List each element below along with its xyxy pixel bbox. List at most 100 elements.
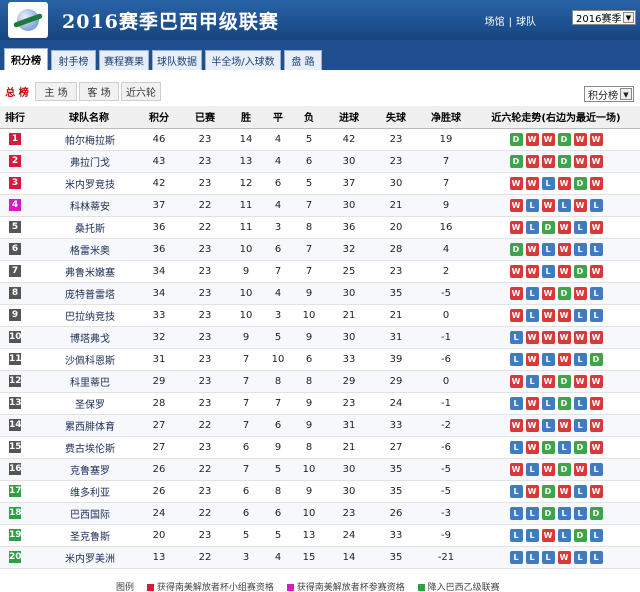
form-result-badge: L xyxy=(589,286,603,300)
goal-diff: -5 xyxy=(420,480,472,503)
goals-for: 30 xyxy=(326,480,372,503)
team-name[interactable]: 克鲁塞罗 xyxy=(30,458,136,481)
goal-diff: 0 xyxy=(420,370,472,393)
form-result-badge: W xyxy=(557,220,571,234)
played: 23 xyxy=(182,260,228,283)
form-result-badge: L xyxy=(525,286,539,300)
team-name[interactable]: 巴拉纳竞技 xyxy=(30,304,136,327)
team-name[interactable]: 米内罗竞技 xyxy=(30,172,136,195)
form-result-badge: D xyxy=(509,154,523,168)
played: 23 xyxy=(182,282,228,305)
goal-diff: -21 xyxy=(420,546,472,569)
form-badges: WLWDWL xyxy=(509,462,603,476)
form-result-badge: L xyxy=(557,440,571,454)
teams-link[interactable]: 球队 xyxy=(516,17,536,28)
form-badges: LLWLDL xyxy=(509,528,603,542)
losses: 8 xyxy=(292,216,326,239)
form-result-badge: D xyxy=(573,528,587,542)
team-name[interactable]: 庞特普雷塔 xyxy=(30,282,136,305)
goals-for: 30 xyxy=(326,458,372,481)
team-name[interactable]: 费古埃伦斯 xyxy=(30,436,136,459)
draws: 6 xyxy=(264,502,292,525)
team-name[interactable]: 桑托斯 xyxy=(30,216,136,239)
form-result-badge: D xyxy=(541,220,555,234)
team-name[interactable]: 博塔弗戈 xyxy=(30,326,136,349)
subtab-overall[interactable]: 总 榜 xyxy=(2,82,32,101)
rank-cell: 5 xyxy=(0,216,30,239)
tab-top-scorers[interactable]: 射手榜 xyxy=(51,50,96,70)
form-result-badge: W xyxy=(557,418,571,432)
wins: 9 xyxy=(228,326,264,349)
draws: 10 xyxy=(264,348,292,371)
goal-diff: -5 xyxy=(420,282,472,305)
form-result-badge: L xyxy=(509,550,523,564)
table-type-select[interactable]: 积分榜 ▼ xyxy=(584,86,634,102)
played: 22 xyxy=(182,502,228,525)
recent-form: LLDLLD xyxy=(472,502,640,525)
rank-cell: 16 xyxy=(0,458,30,481)
form-result-badge: W xyxy=(541,462,555,476)
tab-team-stats[interactable]: 球队数据 xyxy=(152,50,202,70)
tab-handicap[interactable]: 盘 路 xyxy=(284,50,322,70)
rank-badge: 1 xyxy=(9,133,21,145)
goal-diff: -5 xyxy=(420,458,472,481)
subtab-last-six[interactable]: 近六轮 xyxy=(121,82,161,101)
team-name[interactable]: 圣保罗 xyxy=(30,392,136,415)
team-name[interactable]: 维多利亚 xyxy=(30,480,136,503)
draws: 4 xyxy=(264,282,292,305)
link-separator: | xyxy=(508,17,512,28)
recent-form: LLWLDL xyxy=(472,524,640,547)
team-name[interactable]: 沙佩科恩斯 xyxy=(30,348,136,371)
losses: 7 xyxy=(292,194,326,217)
season-select[interactable]: 2016赛季 ▼ xyxy=(572,10,636,25)
form-badges: DWLWLL xyxy=(509,242,603,256)
team-name[interactable]: 巴西国际 xyxy=(30,502,136,525)
form-result-badge: L xyxy=(541,176,555,190)
table-row: 4 科林蒂安 37 22 11 4 7 30 21 9 W L W L W L xyxy=(0,194,640,217)
goals-for: 23 xyxy=(326,392,372,415)
form-result-badge: L xyxy=(557,198,571,212)
team-name[interactable]: 科林蒂安 xyxy=(30,194,136,217)
subtab-home[interactable]: 主 场 xyxy=(35,82,77,101)
draws: 4 xyxy=(264,150,292,173)
form-result-badge: W xyxy=(525,132,539,146)
subtab-away[interactable]: 客 场 xyxy=(79,82,119,101)
losses: 6 xyxy=(292,348,326,371)
form-result-badge: W xyxy=(589,484,603,498)
recent-form: DWWDWW xyxy=(472,150,640,173)
rank-badge: 2 xyxy=(9,155,21,167)
wins: 11 xyxy=(228,194,264,217)
tab-fixtures-results[interactable]: 赛程赛果 xyxy=(99,50,149,70)
goals-against: 20 xyxy=(372,216,420,239)
tab-standings[interactable]: 积分榜 xyxy=(4,48,48,70)
team-name[interactable]: 累西腓体育 xyxy=(30,414,136,437)
rank-cell: 6 xyxy=(0,238,30,261)
goal-diff: -6 xyxy=(420,436,472,459)
team-name[interactable]: 帕尔梅拉斯 xyxy=(30,128,136,151)
team-name[interactable]: 米内罗美洲 xyxy=(30,546,136,569)
form-result-badge: W xyxy=(573,154,587,168)
goals-against: 23 xyxy=(372,128,420,151)
tab-halftime-goals[interactable]: 半全场/入球数 xyxy=(205,50,281,70)
legend-libertadores-entry: 获得南美解放者杯参赛资格 xyxy=(296,583,405,592)
team-name[interactable]: 弗鲁米嫩塞 xyxy=(30,260,136,283)
recent-form: DWWDWW xyxy=(472,128,640,151)
points: 34 xyxy=(136,260,182,283)
form-badges: LWDWLW xyxy=(509,484,603,498)
form-result-badge: L xyxy=(525,550,539,564)
team-name[interactable]: 格雷米奥 xyxy=(30,238,136,261)
goals-against: 29 xyxy=(372,370,420,393)
rank-badge: 5 xyxy=(9,221,21,233)
rank-badge: 7 xyxy=(9,265,21,277)
venue-link[interactable]: 场馆 xyxy=(485,17,505,28)
wins: 10 xyxy=(228,238,264,261)
team-name[interactable]: 科里蒂巴 xyxy=(30,370,136,393)
rank-cell: 12 xyxy=(0,370,30,393)
losses: 13 xyxy=(292,524,326,547)
goals-against: 30 xyxy=(372,172,420,195)
form-result-badge: W xyxy=(589,440,603,454)
team-name[interactable]: 弗拉门戈 xyxy=(30,150,136,173)
rank-cell: 17 xyxy=(0,480,30,503)
goal-diff: -2 xyxy=(420,414,472,437)
team-name[interactable]: 圣克鲁斯 xyxy=(30,524,136,547)
